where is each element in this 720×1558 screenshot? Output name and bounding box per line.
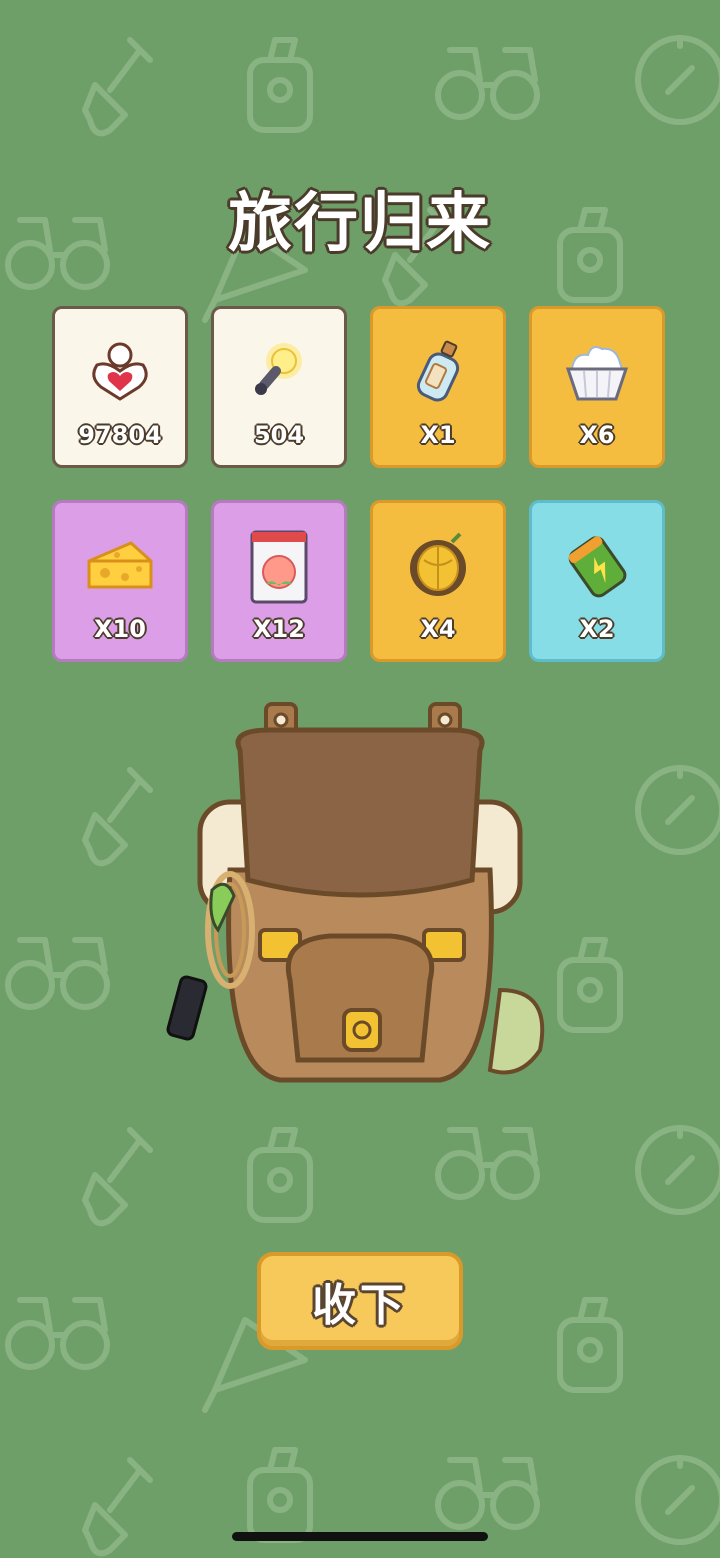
reward-label: 97804: [78, 421, 162, 449]
flask-icon: [557, 1297, 623, 1393]
compass-icon: [635, 1455, 720, 1545]
binoculars-icon: [435, 1457, 540, 1530]
reward-label: X2: [579, 615, 615, 643]
binoculars-icon: [435, 47, 540, 120]
clover-heart-icon: [55, 327, 185, 417]
cheese-icon: [55, 521, 185, 611]
flask-icon: [557, 937, 623, 1033]
reward-label: 504: [253, 421, 305, 449]
battery-can-icon: [532, 521, 662, 611]
reward-label: X10: [94, 615, 146, 643]
lightbulb-icon: [214, 327, 344, 417]
shovel-icon: [82, 1127, 153, 1227]
flask-icon: [247, 1127, 313, 1223]
shovel-icon: [82, 37, 153, 137]
compass-icon: [635, 765, 720, 855]
collect-button[interactable]: 收下: [257, 1252, 463, 1350]
collect-button-label: 收下: [312, 1280, 408, 1331]
binoculars-icon: [5, 1297, 110, 1370]
reward-card[interactable]: X2: [529, 500, 665, 662]
reward-card[interactable]: X12: [211, 500, 347, 662]
reward-label: X1: [420, 421, 456, 449]
reward-label: X4: [420, 615, 456, 643]
message-bottle-icon: [373, 327, 503, 417]
shovel-icon: [82, 1457, 153, 1557]
binoculars-icon: [435, 1127, 540, 1200]
durian-icon: [373, 521, 503, 611]
compass-icon: [635, 35, 720, 125]
binoculars-icon: [5, 937, 110, 1010]
reward-label: X6: [579, 421, 615, 449]
reward-card[interactable]: 97804: [52, 306, 188, 468]
home-indicator[interactable]: [232, 1532, 488, 1541]
reward-card[interactable]: 504: [211, 306, 347, 468]
backpack-illustration: [166, 702, 545, 1083]
reward-card[interactable]: X1: [370, 306, 506, 468]
peach-seed-pack-icon: [214, 521, 344, 611]
flask-icon: [247, 37, 313, 133]
page-title: 旅行归来: [228, 187, 492, 261]
cupcake-icon: [532, 327, 662, 417]
compass-icon: [635, 1125, 720, 1215]
flask-icon: [247, 1447, 313, 1543]
reward-card[interactable]: X4: [370, 500, 506, 662]
reward-card[interactable]: X10: [52, 500, 188, 662]
reward-card[interactable]: X6: [529, 306, 665, 468]
reward-label: X12: [253, 615, 305, 643]
shovel-icon: [82, 767, 153, 867]
